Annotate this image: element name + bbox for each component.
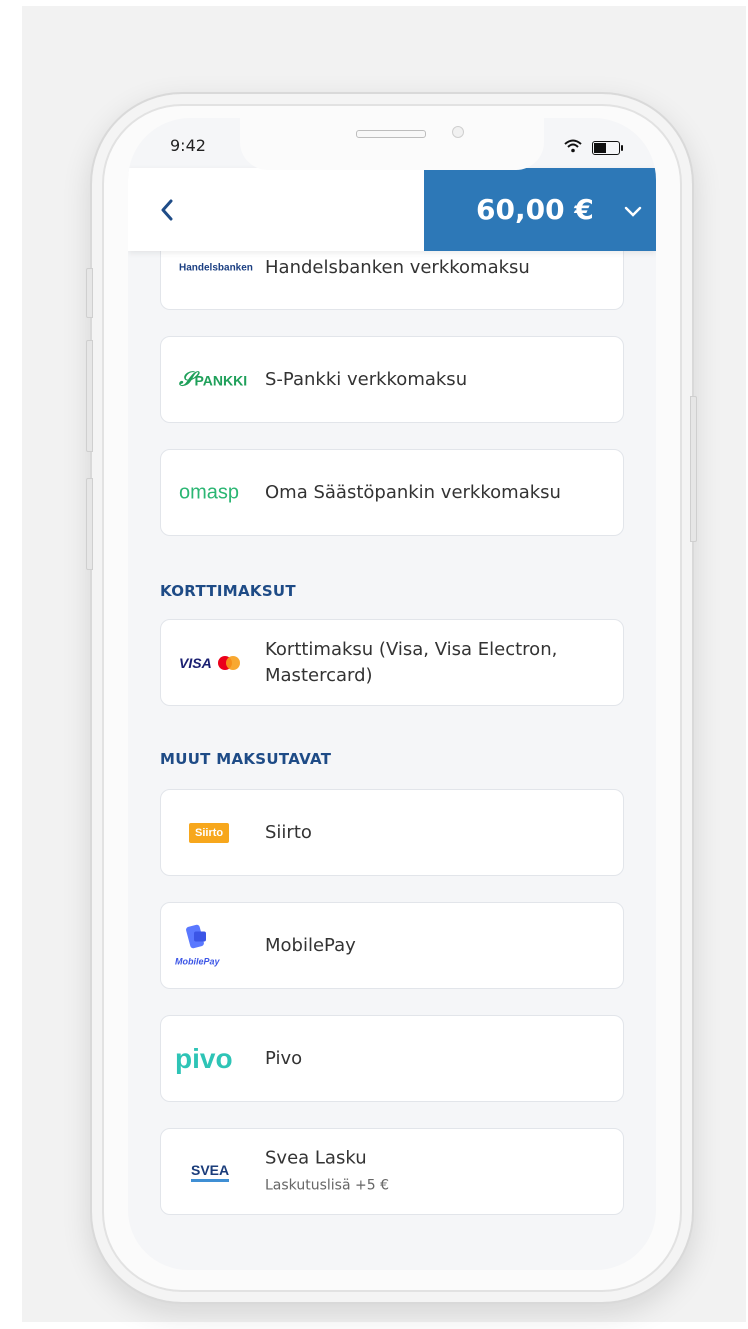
pivo-logo-icon: pivo [175,1042,233,1074]
mobilepay-logo-text: MobilePay [175,956,220,966]
payment-option-siirto[interactable]: Siirto Siirto [160,789,624,876]
s-pankki-logo-text: PANKKI [194,372,248,388]
handelsbanken-logo-icon: Handelsbanken [179,262,253,274]
section-title-card-payments: KORTTIMAKSUT [160,582,296,600]
s-pankki-logo-icon: 𝒮PANKKI [179,368,248,390]
wifi-icon [564,138,582,157]
mobilepay-logo-icon: MobilePay [175,923,220,968]
battery-icon [592,140,623,155]
payment-option-label: Handelsbanken verkkomaksu [265,257,530,278]
section-title-other-methods: MUUT MAKSUTAVAT [160,750,332,768]
payment-option-label: Svea Lasku Laskutuslisä +5 € [265,1145,389,1198]
mobilepay-phone-icon [186,924,207,948]
visa-mastercard-logo-icon: VISA [179,655,242,671]
side-button-volume-up [86,340,93,452]
front-camera [452,126,464,138]
phone-notch [240,118,544,170]
side-button-volume-down [86,478,93,570]
svea-label: Svea Lasku [265,1147,367,1168]
phone-screen: Handelsbanken Handelsbanken verkkomaksu … [128,118,656,1270]
top-header: 60,00 € [128,168,656,251]
siirto-logo-icon: Siirto [189,822,230,843]
payment-option-label: Oma Säästöpankin verkkomaksu [265,481,561,503]
label-line-2: Mastercard) [265,664,373,686]
status-icons [564,138,623,157]
back-chevron-icon[interactable] [160,190,174,230]
chevron-down-icon [624,196,642,224]
visa-logo-text: VISA [179,654,212,671]
label-line-1: Korttimaksu (Visa, Visa Electron, [265,638,558,660]
payment-option-oma-saastopankki[interactable]: omasp Oma Säästöpankin verkkomaksu [160,449,624,536]
speaker-grille [356,130,426,138]
payment-option-mobilepay[interactable]: MobilePay MobilePay [160,902,624,989]
side-button-power [690,396,697,542]
payment-option-card[interactable]: VISA Korttimaksu (Visa, Visa Electron, M… [160,619,624,706]
omasp-logo-icon: omasp [179,481,240,503]
payment-option-s-pankki[interactable]: 𝒮PANKKI S-Pankki verkkomaksu [160,336,624,423]
side-button-mute [86,268,93,318]
mastercard-icon [217,655,240,670]
payment-option-label: MobilePay [265,934,356,956]
payment-option-label: S-Pankki verkkomaksu [265,368,468,390]
payment-option-label: Siirto [265,821,312,843]
payment-option-label: Pivo [265,1047,303,1069]
payment-option-svea[interactable]: SVEA Svea Lasku Laskutuslisä +5 € [160,1128,624,1215]
total-amount: 60,00 € [476,193,594,226]
payment-option-label: Korttimaksu (Visa, Visa Electron, Master… [265,637,557,689]
status-time: 9:42 [170,136,206,155]
svea-logo-icon: SVEA [191,1162,230,1182]
amount-dropdown[interactable]: 60,00 € [424,168,656,251]
payment-option-pivo[interactable]: pivo Pivo [160,1015,624,1102]
svea-sublabel: Laskutuslisä +5 € [265,1177,389,1193]
